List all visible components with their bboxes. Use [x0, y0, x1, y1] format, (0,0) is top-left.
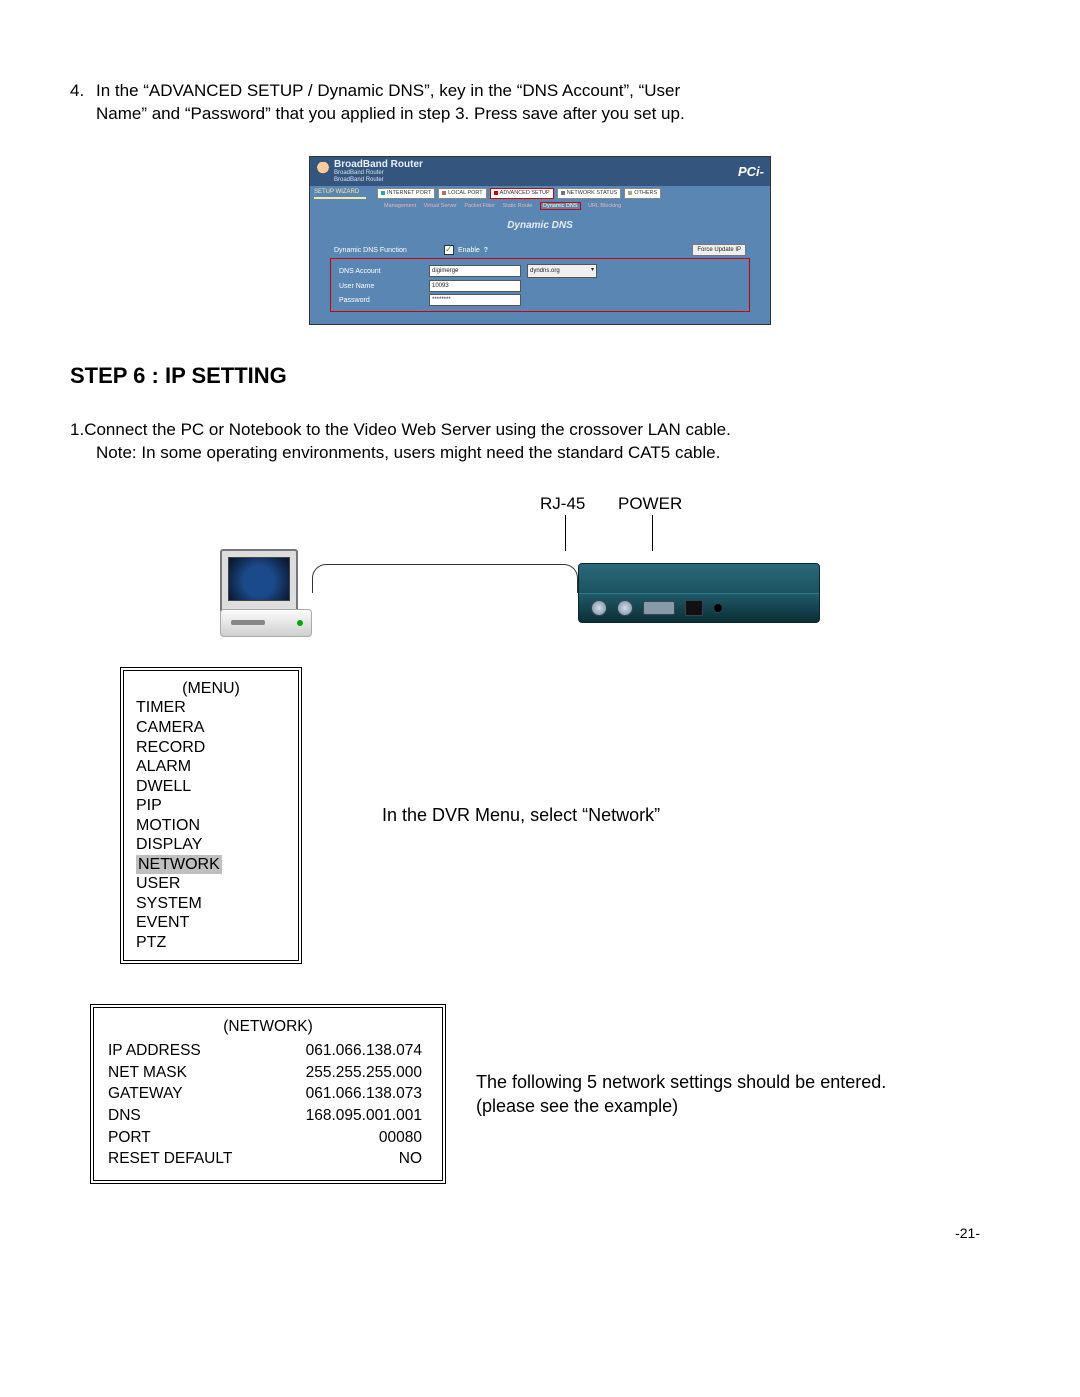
- pci-logo: PCi-: [738, 163, 764, 181]
- step-6-heading: STEP 6 : IP SETTING: [70, 361, 1010, 391]
- dns-account-label: DNS Account: [339, 267, 429, 276]
- network-settings-box: (NETWORK) IP ADDRESS061.066.138.074 NET …: [90, 1004, 446, 1184]
- para4-line1: In the “ADVANCED SETUP / Dynamic DNS”, k…: [96, 81, 680, 100]
- menu-item-ptz: PTZ: [136, 933, 286, 953]
- net-row-mask: NET MASK255.255.255.000: [108, 1062, 428, 1084]
- net-row-dns: DNS168.095.001.001: [108, 1105, 428, 1127]
- power-port-icon: [713, 603, 723, 613]
- power-label: POWER: [618, 493, 682, 516]
- password-label: Password: [339, 296, 429, 305]
- net-row-port: PORT00080: [108, 1127, 428, 1149]
- menu-item-timer: TIMER: [136, 698, 286, 718]
- menu-caption: In the DVR Menu, select “Network”: [382, 803, 660, 827]
- submenu-packet-filter[interactable]: Packet Filter: [464, 203, 495, 209]
- video-web-server-icon: [578, 563, 820, 623]
- router-screenshot: BroadBand Router BroadBand Router BroadB…: [309, 156, 771, 326]
- paragraph-1: 1.Connect the PC or Notebook to the Vide…: [70, 419, 1010, 465]
- para4-line2: Name” and “Password” that you applied in…: [96, 103, 1010, 126]
- router-header: BroadBand Router BroadBand Router BroadB…: [310, 157, 770, 186]
- submenu-static-route[interactable]: Static Route: [503, 203, 533, 209]
- paragraph-4: 4.In the “ADVANCED SETUP / Dynamic DNS”,…: [70, 80, 1010, 126]
- person-icon: [316, 162, 330, 180]
- submenu-virtual-server[interactable]: Virtual Server: [424, 203, 457, 209]
- page-number: -21-: [70, 1224, 1010, 1243]
- menu-item-user: USER: [136, 874, 286, 894]
- router-title: BroadBand Router: [334, 160, 738, 171]
- ddns-fields-highlight: DNS Account digimerge dyndns.org User Na…: [330, 258, 750, 312]
- force-update-button[interactable]: Force Update IP: [692, 244, 746, 256]
- rj45-label: RJ-45: [540, 493, 585, 516]
- submenu-dynamic-dns[interactable]: Dynamic DNS: [540, 202, 581, 210]
- serial-port-icon: [643, 601, 675, 615]
- tab-advanced-setup[interactable]: ADVANCED SETUP: [490, 188, 554, 199]
- network-title: (NETWORK): [108, 1016, 428, 1038]
- submenu-management[interactable]: Management: [384, 203, 416, 209]
- dvr-menu-box: (MENU) TIMER CAMERA RECORD ALARM DWELL P…: [120, 667, 302, 964]
- menu-item-motion: MOTION: [136, 816, 286, 836]
- ddns-function-label: Dynamic DNS Function: [334, 246, 444, 255]
- para1-line2: Note: In some operating environments, us…: [96, 442, 1010, 465]
- network-caption: The following 5 network settings should …: [476, 1070, 886, 1119]
- cable-icon: [312, 564, 578, 593]
- bnc-port-icon: [617, 600, 633, 616]
- menu-item-alarm: ALARM: [136, 757, 286, 777]
- dns-domain-select[interactable]: dyndns.org: [527, 264, 597, 278]
- menu-item-display: DISPLAY: [136, 835, 286, 855]
- menu-item-camera: CAMERA: [136, 718, 286, 738]
- para1-number: 1.: [70, 420, 84, 439]
- tab-local-port[interactable]: LOCAL PORT: [438, 188, 487, 199]
- pc-icon: [220, 549, 312, 637]
- submenu-url-blocking[interactable]: URL Blocking: [588, 203, 621, 209]
- enable-label: Enable: [458, 246, 480, 255]
- setup-wizard-link[interactable]: SETUP WIZARD: [314, 188, 374, 196]
- tab-others[interactable]: OTHERS: [624, 188, 661, 199]
- rj45-port-icon: [685, 600, 703, 616]
- dns-account-input[interactable]: digimerge: [429, 265, 521, 277]
- menu-item-record: RECORD: [136, 738, 286, 758]
- menu-item-dwell: DWELL: [136, 777, 286, 797]
- para1-line1: Connect the PC or Notebook to the Video …: [84, 420, 731, 439]
- menu-item-network: NETWORK: [136, 855, 222, 875]
- menu-item-pip: PIP: [136, 796, 286, 816]
- power-pointer-icon: [652, 515, 653, 551]
- router-form: Dynamic DNS Function Enable ? Force Upda…: [310, 238, 770, 324]
- router-subtitle-2: BroadBand Router: [334, 177, 738, 183]
- net-row-ip: IP ADDRESS061.066.138.074: [108, 1040, 428, 1062]
- tab-internet-port[interactable]: INTERNET PORT: [377, 188, 435, 199]
- enable-checkbox[interactable]: [444, 245, 454, 255]
- user-name-label: User Name: [339, 282, 429, 291]
- tab-network-status[interactable]: NETWORK STATUS: [557, 188, 622, 199]
- connection-figure: RJ-45 POWER: [220, 493, 820, 637]
- menu-title: (MENU): [136, 679, 286, 699]
- para4-number: 4.: [70, 80, 96, 103]
- router-tabs: SETUP WIZARD INTERNET PORT LOCAL PORT AD…: [310, 186, 770, 201]
- menu-item-system: SYSTEM: [136, 894, 286, 914]
- rj45-pointer-icon: [565, 515, 566, 551]
- network-caption-line1: The following 5 network settings should …: [476, 1070, 886, 1094]
- router-caption: Dynamic DNS: [310, 213, 770, 239]
- help-icon[interactable]: ?: [484, 246, 488, 255]
- router-submenu: Management Virtual Server Packet Filter …: [310, 201, 770, 212]
- password-input[interactable]: ********: [429, 294, 521, 306]
- wizard-underline-icon: [314, 197, 366, 199]
- menu-item-event: EVENT: [136, 913, 286, 933]
- bnc-port-icon: [591, 600, 607, 616]
- net-row-gateway: GATEWAY061.066.138.073: [108, 1083, 428, 1105]
- net-row-reset: RESET DEFAULTNO: [108, 1148, 428, 1170]
- user-name-input[interactable]: 10093: [429, 280, 521, 292]
- network-caption-line2: (please see the example): [476, 1094, 886, 1118]
